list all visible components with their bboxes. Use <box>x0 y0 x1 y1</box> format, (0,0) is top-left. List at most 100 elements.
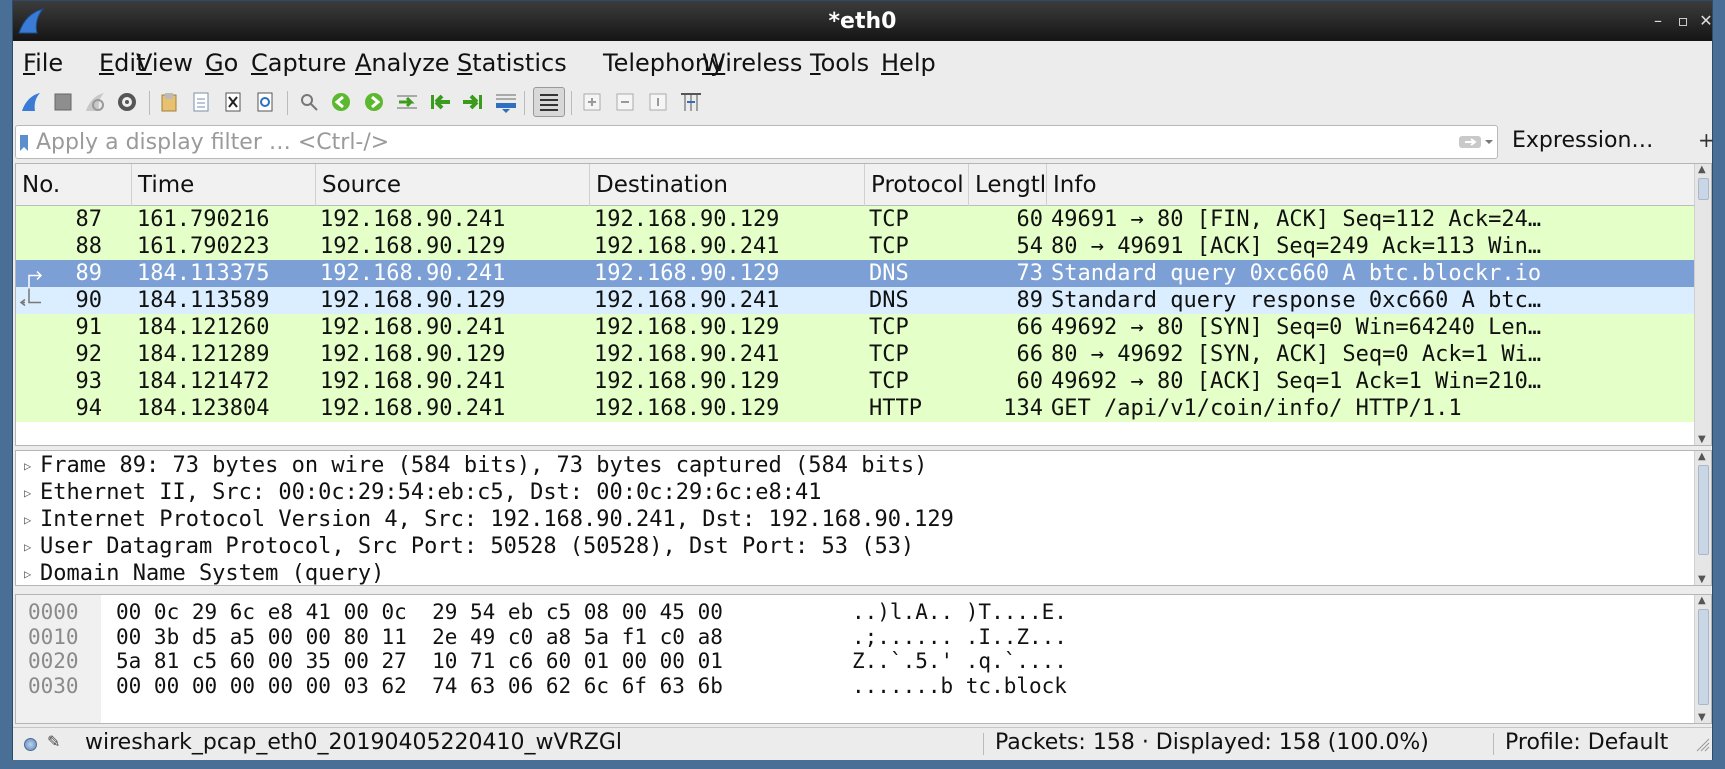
close-file-icon[interactable] <box>219 88 247 116</box>
packet-row[interactable]: 91 184.121260 192.168.90.241 192.168.90.129… <box>16 314 1696 341</box>
stop-capture-icon[interactable] <box>49 88 77 116</box>
restart-capture-icon[interactable] <box>81 88 109 116</box>
packet-info-cell: 49691 → 80 [FIN, ACK] Seq=112 Ack=24… <box>1051 207 1542 232</box>
detail-text: Internet Protocol Version 4, Src: 192.16… <box>40 507 954 532</box>
resize-grip-icon[interactable] <box>1696 738 1710 752</box>
scroll-thumb[interactable] <box>1698 465 1709 555</box>
zoom-out-icon[interactable] <box>611 88 639 116</box>
go-to-packet-icon[interactable] <box>393 88 421 116</box>
expand-arrow-icon[interactable]: ▷ <box>24 451 31 481</box>
menu-tools[interactable]: Tools <box>810 49 869 77</box>
packet-dst-cell: 192.168.90.129 <box>594 315 780 340</box>
scroll-up-icon[interactable]: ▲ <box>1698 595 1706 606</box>
packet-src-cell: 192.168.90.129 <box>320 342 506 367</box>
expand-arrow-icon[interactable]: ▷ <box>24 478 31 508</box>
byte-ascii-dump[interactable]: .;...... .I..Z... <box>852 624 1067 651</box>
colorize-packet-list-icon[interactable] <box>533 87 565 117</box>
profile-selector[interactable]: Profile: Default <box>1505 730 1668 755</box>
menu-analyze[interactable]: Analyze <box>355 49 450 77</box>
packet-len-cell: 73 <box>1016 261 1044 286</box>
packet-list-scrollbar[interactable]: ▲ ▼ <box>1694 164 1711 445</box>
column-header-protocol[interactable]: Protocol <box>865 164 969 206</box>
packet-time-cell: 161.790216 <box>137 207 270 232</box>
scroll-down-icon[interactable]: ▼ <box>1698 434 1706 445</box>
go-back-icon[interactable] <box>327 88 355 116</box>
menu-go[interactable]: Go <box>205 49 238 77</box>
packet-dst-cell: 192.168.90.129 <box>594 396 780 421</box>
display-filter-input[interactable] <box>36 128 1446 156</box>
packet-row[interactable]: 89 184.113375 192.168.90.241 192.168.90.129… <box>16 260 1696 289</box>
packet-list-header: No. Time Source Destination Protocol Lengtl In… <box>16 164 1696 206</box>
first-packet-icon[interactable] <box>426 88 454 116</box>
menu-wireless[interactable]: Wireless <box>702 49 802 77</box>
byte-ascii-dump[interactable]: Z..`.5.' .q.`.... <box>852 648 1067 675</box>
normal-size-icon[interactable] <box>644 88 672 116</box>
capture-comment-icon[interactable]: ✎ <box>47 732 60 751</box>
byte-hex-dump[interactable]: 5a 81 c5 60 00 35 00 27 10 71 c6 60 01 0… <box>116 648 723 675</box>
go-forward-icon[interactable] <box>360 88 388 116</box>
packet-row[interactable]: 92 184.121289 192.168.90.129 192.168.90.241… <box>16 341 1696 368</box>
apply-filter-arrow-icon[interactable] <box>1459 134 1493 150</box>
detail-ipv4-tree-item[interactable]: ▷ Internet Protocol Version 4, Src: 192.1… <box>16 505 1696 535</box>
reload-file-icon[interactable] <box>251 88 279 116</box>
packet-row[interactable]: 90 184.113589 192.168.90.129 192.168.90.241… <box>16 287 1696 314</box>
open-file-icon[interactable] <box>155 88 183 116</box>
expression-button[interactable]: Expression… <box>1512 128 1653 153</box>
resize-columns-icon[interactable] <box>677 88 705 116</box>
byte-ascii-dump[interactable]: ..)l.A.. )T....E. <box>852 599 1067 626</box>
scroll-thumb[interactable] <box>1698 178 1709 200</box>
packet-time-cell: 184.113375 <box>137 261 270 286</box>
column-header-destination[interactable]: Destination <box>590 164 865 206</box>
menu-file[interactable]: File <box>23 49 63 77</box>
bookmark-icon[interactable] <box>20 135 28 151</box>
column-header-source[interactable]: Source <box>316 164 590 206</box>
menu-statistics[interactable]: Statistics <box>457 49 567 77</box>
byte-hex-dump[interactable]: 00 00 00 00 00 00 03 62 74 63 06 62 6c 6… <box>116 673 723 700</box>
packet-row[interactable]: 87 161.790216 192.168.90.241 192.168.90.129… <box>16 206 1696 233</box>
packet-row[interactable]: 88 161.790223 192.168.90.129 192.168.90.241… <box>16 233 1696 260</box>
zoom-in-icon[interactable] <box>578 88 606 116</box>
start-capture-icon[interactable] <box>17 88 45 116</box>
column-header-time[interactable]: Time <box>132 164 316 206</box>
menu-help[interactable]: Help <box>881 49 936 77</box>
packet-no-cell: 94 <box>75 396 103 421</box>
scroll-up-icon[interactable]: ▲ <box>1698 451 1706 462</box>
add-filter-button[interactable]: + <box>1698 128 1715 152</box>
detail-dns-tree-item[interactable]: ▷ Domain Name System (query) <box>16 559 1696 586</box>
window-title: *eth0 <box>828 9 897 34</box>
minimize-button[interactable]: – <box>1648 11 1668 30</box>
find-packet-icon[interactable] <box>295 88 323 116</box>
scroll-up-icon[interactable]: ▲ <box>1698 164 1706 175</box>
packet-time-cell: 184.121260 <box>137 315 270 340</box>
expert-info-icon[interactable] <box>24 738 37 751</box>
packet-details-scrollbar[interactable]: ▲ ▼ <box>1694 451 1711 585</box>
expand-arrow-icon[interactable]: ▷ <box>24 559 31 585</box>
detail-udp-tree-item[interactable]: ▷ User Datagram Protocol, Src Port: 50528… <box>16 532 1696 562</box>
packet-bytes-scrollbar[interactable]: ▲ ▼ <box>1694 595 1711 723</box>
packet-row[interactable]: 93 184.121472 192.168.90.241 192.168.90.129… <box>16 368 1696 395</box>
auto-scroll-icon[interactable] <box>492 88 520 116</box>
close-button[interactable]: ✕ <box>1696 11 1716 30</box>
column-header-length[interactable]: Lengtl <box>969 164 1047 206</box>
byte-hex-dump[interactable]: 00 0c 29 6c e8 41 00 0c 29 54 eb c5 08 0… <box>116 599 723 626</box>
detail-frame-tree-item[interactable]: ▷ Frame 89: 73 bytes on wire (584 bits), … <box>16 451 1696 481</box>
expand-arrow-icon[interactable]: ▷ <box>24 532 31 562</box>
detail-text: Domain Name System (query) <box>40 561 385 586</box>
capture-options-icon[interactable] <box>113 88 141 116</box>
column-header-no[interactable]: No. <box>16 164 132 206</box>
last-packet-icon[interactable] <box>459 88 487 116</box>
byte-ascii-dump[interactable]: .......b tc.block <box>852 673 1067 700</box>
byte-hex-dump[interactable]: 00 3b d5 a5 00 00 80 11 2e 49 c0 a8 5a f… <box>116 624 723 651</box>
scroll-thumb[interactable] <box>1698 609 1709 705</box>
menu-view[interactable]: View <box>136 49 193 77</box>
detail-ethernet-tree-item[interactable]: ▷ Ethernet II, Src: 00:0c:29:54:eb:c5, Ds… <box>16 478 1696 508</box>
packet-time-cell: 184.123804 <box>137 396 270 421</box>
menu-capture[interactable]: Capture <box>251 49 346 77</box>
packet-row[interactable]: 94 184.123804 192.168.90.241 192.168.90.129… <box>16 395 1696 422</box>
maximize-button[interactable]: ▫ <box>1673 11 1693 30</box>
save-file-icon[interactable] <box>187 88 215 116</box>
column-header-info[interactable]: Info <box>1047 164 1696 206</box>
scroll-down-icon[interactable]: ▼ <box>1698 574 1706 585</box>
scroll-down-icon[interactable]: ▼ <box>1698 712 1706 723</box>
expand-arrow-icon[interactable]: ▷ <box>24 505 31 535</box>
